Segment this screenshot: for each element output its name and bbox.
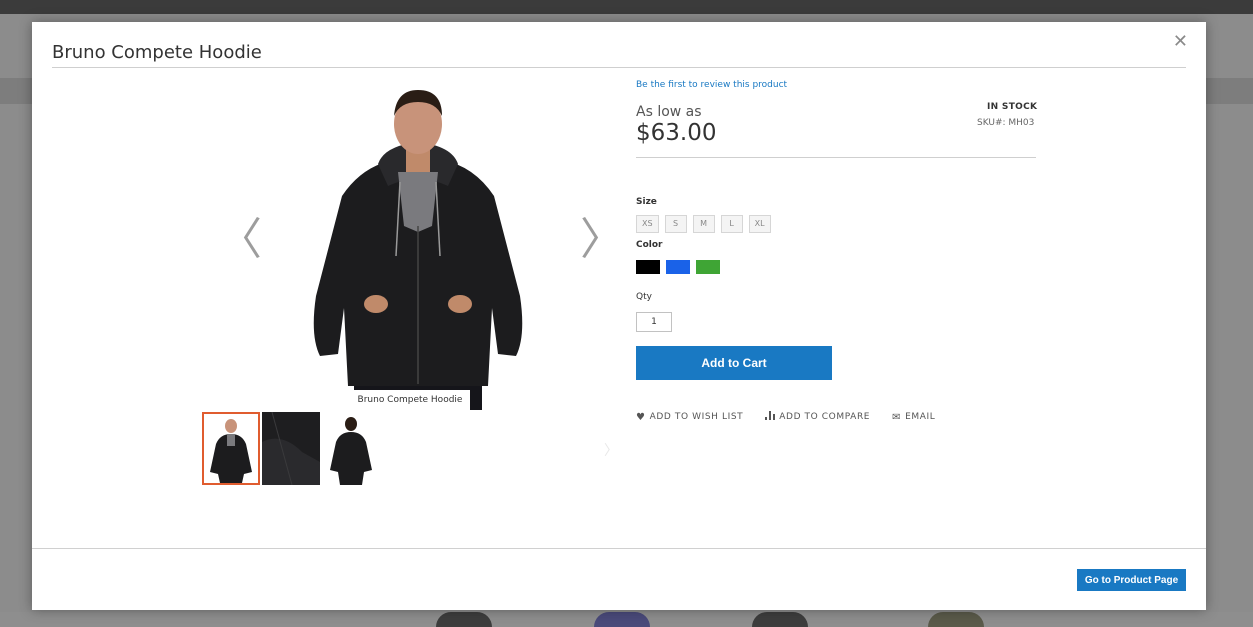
size-option-l[interactable]: L [720, 215, 743, 233]
price-prefix: As low as [636, 104, 702, 120]
add-to-compare-link[interactable]: ADD TO COMPARE [765, 411, 870, 423]
color-swatch-black[interactable] [636, 260, 660, 274]
size-label: Size [636, 197, 657, 207]
product-price: $63.00 [636, 120, 717, 146]
quick-view-modal: Bruno Compete Hoodie ✕ 〈 Bruno Compete H… [32, 22, 1206, 610]
thumbnail-detail[interactable] [262, 412, 320, 485]
product-sku: SKU#: MH03 [977, 118, 1035, 128]
size-options: XS S M L XL [636, 215, 777, 233]
thumbnail-front[interactable] [202, 412, 260, 485]
color-swatch-blue[interactable] [666, 260, 690, 274]
main-product-image [313, 90, 523, 410]
backdrop-product-image [594, 612, 650, 627]
close-icon[interactable]: ✕ [1173, 31, 1188, 52]
thumbnail-back-image [330, 417, 372, 485]
stock-status: IN STOCK [987, 102, 1038, 112]
color-swatch-green[interactable] [696, 260, 720, 274]
envelope-icon: ✉ [892, 411, 902, 423]
color-options [636, 260, 726, 274]
product-actions: ♥ ADD TO WISH LIST ADD TO COMPARE ✉ EMAI… [636, 411, 957, 423]
backdrop-product-image [752, 612, 808, 627]
compare-icon [765, 411, 776, 423]
heart-icon: ♥ [636, 411, 646, 423]
compare-label: ADD TO COMPARE [779, 412, 871, 422]
image-caption: Bruno Compete Hoodie [350, 390, 470, 410]
page-header-backdrop [0, 0, 1253, 14]
backdrop-product-image [436, 612, 492, 627]
size-option-m[interactable]: M [692, 215, 715, 233]
review-link[interactable]: Be the first to review this product [636, 80, 787, 90]
qty-label: Qty [636, 292, 652, 302]
size-option-s[interactable]: S [664, 215, 687, 233]
thumbnail-back[interactable] [322, 412, 380, 485]
chevron-right-icon[interactable]: 〉 [580, 218, 624, 262]
size-option-xl[interactable]: XL [748, 215, 771, 233]
price-divider [636, 157, 1036, 158]
add-to-wishlist-link[interactable]: ♥ ADD TO WISH LIST [636, 412, 743, 423]
thumbnail-front-image [210, 419, 252, 483]
go-to-product-page-button[interactable]: Go to Product Page [1077, 569, 1186, 591]
backdrop-product-image [928, 612, 984, 627]
wishlist-label: ADD TO WISH LIST [649, 412, 744, 422]
footer-divider [32, 548, 1206, 549]
email-label: EMAIL [905, 412, 936, 422]
add-to-cart-button[interactable]: Add to Cart [636, 346, 832, 380]
qty-input[interactable] [636, 312, 672, 332]
email-link[interactable]: ✉ EMAIL [892, 412, 935, 423]
chevron-left-icon[interactable]: 〈 [218, 218, 262, 262]
color-label: Color [636, 240, 663, 250]
modal-title: Bruno Compete Hoodie [52, 42, 262, 63]
size-option-xs[interactable]: XS [636, 215, 659, 233]
title-divider [52, 67, 1186, 68]
thumbnail-strip [202, 412, 382, 485]
thumbnail-detail-image [262, 412, 320, 485]
thumbnail-next-icon[interactable]: 〉 [604, 440, 618, 460]
